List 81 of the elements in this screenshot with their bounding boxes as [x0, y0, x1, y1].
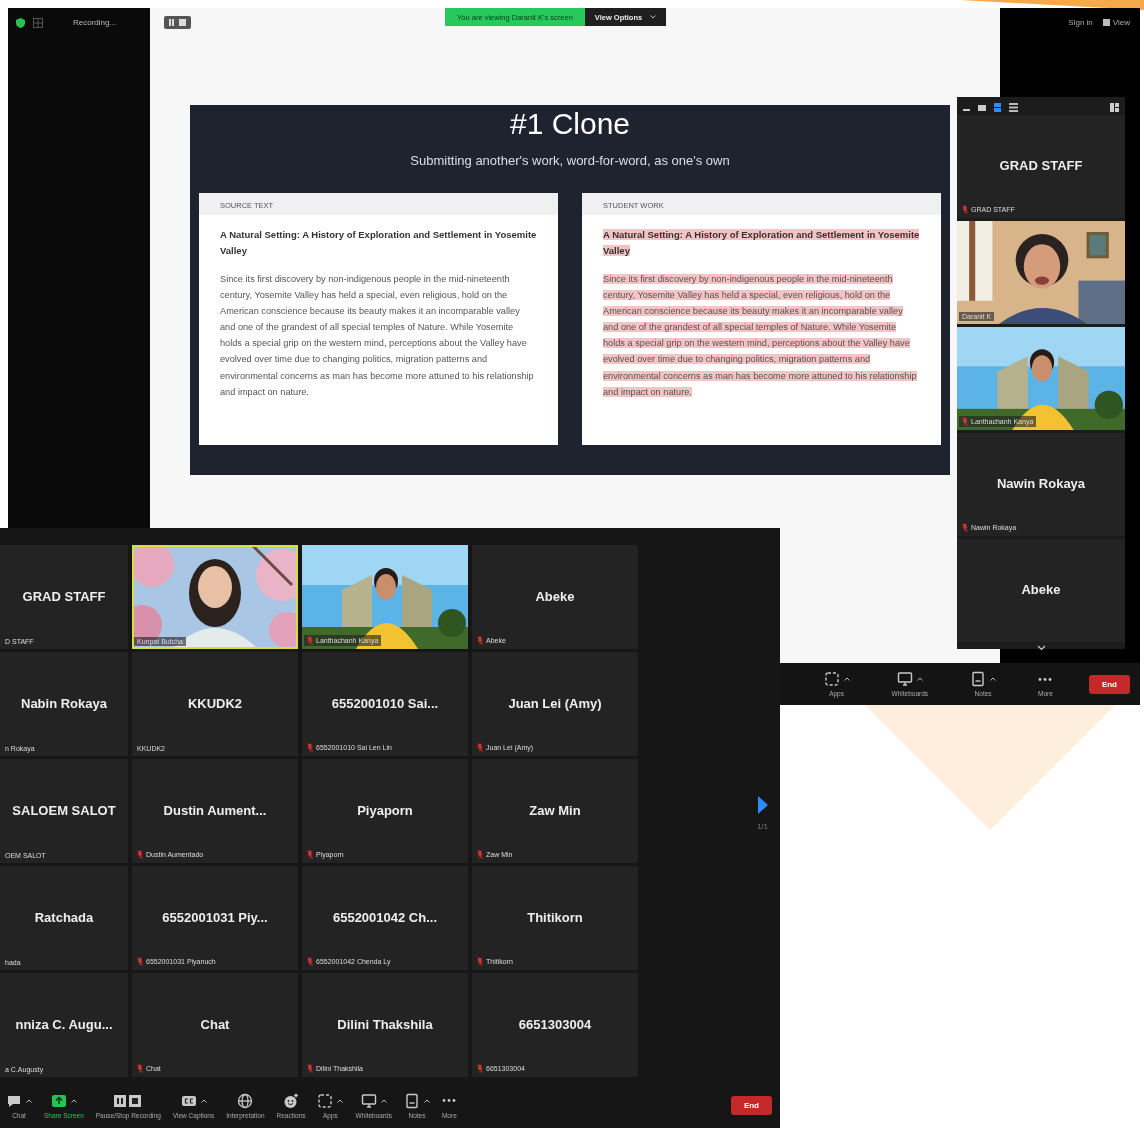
stop-icon[interactable]: [179, 19, 187, 26]
caret-icon: [650, 15, 657, 19]
monitor-icon: [360, 1092, 377, 1109]
more-icon: [442, 1099, 457, 1102]
caret-icon: [916, 677, 923, 681]
participant-name: 6552001031 Piy...: [161, 909, 269, 925]
muted-mic-icon: [307, 636, 313, 645]
caret-icon: [380, 1098, 387, 1103]
pause-icon[interactable]: [169, 19, 175, 26]
notes-icon: [970, 671, 987, 687]
participant-name: Chat: [199, 1016, 231, 1032]
participant-name: SALOEM SALOT: [11, 802, 117, 818]
participant-name: GRAD STAFF: [998, 158, 1084, 174]
speaker-view-icon[interactable]: [994, 103, 1001, 112]
muted-mic-icon: [307, 850, 313, 859]
apps-icon: [317, 1092, 334, 1109]
monitor-icon: [896, 671, 913, 687]
muted-mic-icon: [137, 1064, 143, 1073]
article-title: A Natural Setting: A History of Exploration and Settlement in Yosemite Valley: [220, 228, 537, 258]
participant-name: Nawin Rokaya: [995, 476, 1087, 492]
slide-subtitle: Submitting another's work, word-for-word, as one's own: [410, 153, 730, 168]
muted-mic-icon: [962, 205, 968, 214]
notes-icon: [403, 1092, 420, 1109]
smiley-icon: [283, 1092, 299, 1109]
participant-name: Abeke: [1020, 582, 1062, 598]
participant-name: 6552001042 Ch...: [331, 909, 439, 925]
shield-icon: [16, 17, 25, 28]
participant-name: 6552001010 Sai...: [330, 695, 440, 711]
caret-icon: [70, 1098, 77, 1103]
globe-icon: [237, 1092, 254, 1109]
end-button[interactable]: End: [1088, 674, 1130, 694]
participant-name: Ratchada: [33, 909, 95, 925]
layout-icon[interactable]: [1110, 103, 1119, 112]
thumbnail-icon[interactable]: [978, 104, 986, 111]
slide-title: #1 Clone: [509, 107, 631, 141]
participant-name: Juan Lei (Amy): [507, 695, 603, 711]
muted-mic-icon: [477, 850, 483, 859]
caret-icon: [843, 677, 850, 681]
participant-name: nniza C. Augu...: [14, 1016, 114, 1032]
muted-mic-icon: [477, 957, 483, 966]
participant-name: Dustin Aument...: [162, 802, 268, 818]
muted-mic-icon: [962, 417, 968, 426]
caret-icon: [26, 1098, 32, 1103]
caret-icon: [337, 1098, 344, 1103]
apps-icon: [823, 671, 840, 687]
muted-mic-icon: [137, 957, 143, 966]
caret-icon: [990, 677, 997, 681]
chevron-down-icon[interactable]: [1036, 645, 1046, 651]
more-icon: [1038, 677, 1053, 681]
participant-name: 6651303004: [517, 1016, 593, 1032]
muted-mic-icon: [477, 1064, 483, 1073]
muted-mic-icon: [477, 636, 483, 645]
share-screen-icon: [50, 1092, 67, 1109]
caret-icon: [200, 1098, 207, 1103]
muted-mic-icon: [962, 523, 968, 532]
article-text: Since its first discovery by non-indigenous people in the mid-nineteenth century, Yosemite Valley has held a special, even religious, hold on the American conscience because its beauty makes it an incomparable valley and one of the grandest of all special temples of Nature. While Yosemite holds a special grip on the western mind, perceptions about the Valley have evolved over time due to changing politics, migration patterns and environmental concerns as man has become more attuned to his relationship and impact on nature.: [603, 273, 918, 399]
participant-name: KKUDK2: [186, 695, 244, 711]
muted-mic-icon: [307, 1064, 313, 1073]
participant-name: Abeke: [534, 588, 576, 604]
participant-name: Zaw Min: [528, 802, 582, 818]
participant-name: Piyaporn: [356, 802, 414, 818]
sign-in-link[interactable]: Sign in: [1068, 18, 1093, 27]
muted-mic-icon: [307, 957, 313, 966]
participant-name: Dilini Thakshila: [336, 1016, 434, 1032]
muted-mic-icon: [137, 850, 143, 859]
view-button[interactable]: View: [1102, 18, 1130, 27]
participant-name: GRAD STAFF: [21, 588, 107, 604]
muted-mic-icon: [307, 743, 313, 752]
article-title: A Natural Setting: A History of Exploration and Settlement in Yosemite Valley: [603, 228, 920, 258]
caret-icon: [423, 1098, 430, 1103]
article-text: Since its first discovery by non-indigenous people in the mid-nineteenth century, Yosemite Valley has held a special, even religious, hold on the American conscience because its beauty makes it an incomparable valley and one of the grandest of all special temples of Nature. While Yosemite holds a special grip on the western mind, perceptions about the Valley have evolved over time due to changing politics, migration patterns and environmental concerns as man has become more attuned to his relationship and impact on nature.: [220, 273, 535, 399]
pause-stop-icon: [113, 1092, 144, 1109]
recording-status: Recording...: [73, 18, 117, 27]
muted-mic-icon: [477, 743, 483, 752]
next-page-icon[interactable]: [758, 796, 768, 814]
page-indicator: 1/1: [756, 822, 768, 831]
participant-name: Nabin Rokaya: [20, 695, 108, 711]
recording-controls[interactable]: [164, 16, 192, 29]
participant-name: Thitikorn: [526, 909, 584, 925]
end-button[interactable]: End: [730, 1096, 772, 1115]
gallery-view-icon[interactable]: [1009, 103, 1018, 112]
